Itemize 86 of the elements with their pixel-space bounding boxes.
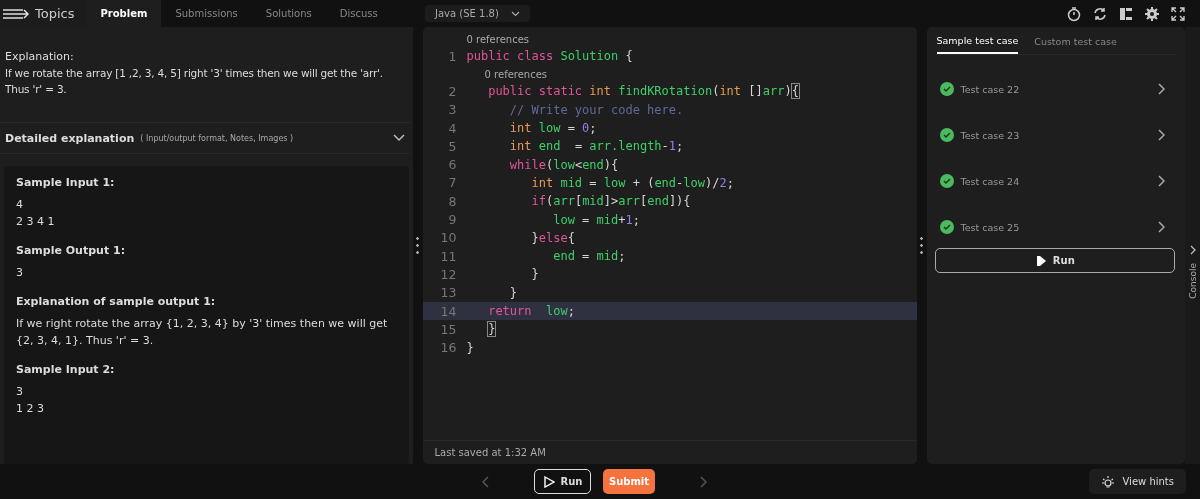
sample-heading: Explanation of sample output 1: (16, 295, 217, 308)
settings-icon[interactable] (1144, 5, 1160, 22)
resize-handle[interactable] (416, 234, 420, 257)
line-number: 1 (447, 48, 458, 64)
code-line: end = mid; (552, 249, 626, 264)
line-number: 10 (439, 230, 458, 246)
code-line: return low; (487, 304, 575, 318)
run-button[interactable]: Run (934, 248, 1176, 273)
sample-heading: Sample Output 1: (16, 244, 127, 257)
code-line: int end = arr.length-1; (508, 139, 684, 154)
last-saved-status: Last saved at 1:32 AM (422, 440, 917, 464)
chevron-icon (1189, 245, 1196, 255)
test-case-item[interactable]: Test case 22 (934, 82, 1176, 96)
sample-text: If we right rotate the array {1, 2, 3, 4} by '3' times then we will get {2, 3, 4, 1}. Thus 'r' = 3. (16, 316, 389, 349)
explanation-heading: Explanation: (5, 49, 75, 65)
code-line: while(low<end){ (508, 157, 619, 172)
sample-text: 4 (16, 197, 24, 213)
chevron-icon (1157, 83, 1166, 95)
detailed-explanation-hint: ( Input/output format, Notes, Images ) (140, 133, 294, 143)
references-label: 0 references (484, 68, 548, 83)
test-case-item[interactable]: Test case 24 (934, 174, 1176, 188)
line-number: 6 (447, 157, 458, 173)
line-number: 2 (447, 83, 458, 99)
topics-button[interactable]: Topics (0, 0, 87, 27)
line-number: 4 (447, 120, 458, 136)
play-icon (542, 475, 555, 488)
language-dropdown[interactable]: Java (SE 1.8) (425, 5, 530, 22)
play-icon (1034, 254, 1047, 267)
problem-tab[interactable]: Discuss (325, 0, 392, 27)
code-line: } (530, 267, 539, 282)
problem-tab[interactable]: Problem (86, 0, 162, 27)
code-line: public static int findKRotation(int []arr){ (487, 84, 799, 99)
sample-text: 3 (16, 384, 24, 400)
previous-icon[interactable] (482, 475, 490, 488)
references-label: 0 references (466, 33, 529, 47)
sample-heading: Sample Input 1: (16, 176, 116, 189)
code-line: if(arr[mid]>arr[end]){ (530, 194, 691, 209)
code-line: int low = 0; (508, 121, 597, 136)
console-label: Console (1187, 263, 1198, 299)
sample-text: 2 3 4 1 (16, 214, 56, 230)
test-case-tab[interactable]: Sample test case (936, 32, 1019, 54)
chevron-icon (1157, 175, 1166, 187)
caret-icon (510, 10, 520, 17)
problem-tab[interactable]: Submissions (161, 0, 252, 27)
chevron-icon (1157, 129, 1166, 141)
line-number: 5 (447, 138, 458, 154)
view-hints-button[interactable]: View hints (1088, 469, 1186, 494)
line-number: 7 (447, 175, 458, 191)
lightbulb-icon (1100, 474, 1115, 489)
detailed-explanation-title: Detailed explanation (5, 131, 135, 145)
sample-text: 3 (16, 265, 24, 281)
line-number: 9 (447, 212, 458, 227)
problem-tab[interactable]: Solutions (251, 0, 326, 27)
refresh-icon[interactable] (1092, 5, 1108, 22)
test-case-tab[interactable]: Custom test case (1034, 32, 1117, 54)
run-button[interactable]: Run (534, 469, 591, 494)
line-number: 8 (447, 193, 458, 209)
code-line: // Write your code here. (508, 102, 684, 117)
line-number: 14 (439, 303, 458, 319)
detailed-explanation-toggle[interactable]: Detailed explanation ( Input/output format, Notes, Images ) (0, 122, 410, 154)
line-number: 3 (447, 102, 458, 118)
test-case-item[interactable]: Test case 25 (934, 220, 1176, 234)
next-icon[interactable] (699, 475, 707, 488)
resize-handle[interactable] (920, 234, 924, 257)
line-number: 11 (439, 248, 458, 264)
chevron-icon (1157, 221, 1166, 233)
code-line: low = mid+1; (552, 212, 640, 227)
code-line: }else{ (530, 230, 575, 245)
layout-icon[interactable] (1118, 5, 1134, 22)
code-line: } (487, 322, 496, 337)
explanation-text: If we rotate the array [1 ,2, 3, 4, 5] right '3' times then we will get the 'arr'. Thus 'r' = 3. (5, 66, 384, 97)
console-toggle[interactable]: Console (1185, 27, 1200, 464)
code-line: } (466, 340, 474, 355)
sample-text: 1 2 3 (16, 401, 45, 417)
sample-heading: Sample Input 2: (16, 363, 116, 376)
line-number: 13 (439, 285, 458, 301)
fullscreen-icon[interactable] (1170, 5, 1186, 22)
line-number: 16 (439, 340, 458, 356)
code-line: public class Solution { (466, 49, 633, 64)
line-number: 15 (439, 321, 458, 337)
menu-icon (2, 7, 30, 20)
code-line: } (508, 285, 518, 300)
code-line: int mid = low + (end-low)/2; (530, 175, 734, 190)
line-number: 12 (439, 266, 458, 282)
test-case-item[interactable]: Test case 23 (934, 128, 1176, 142)
stopwatch-icon[interactable] (1066, 5, 1082, 22)
